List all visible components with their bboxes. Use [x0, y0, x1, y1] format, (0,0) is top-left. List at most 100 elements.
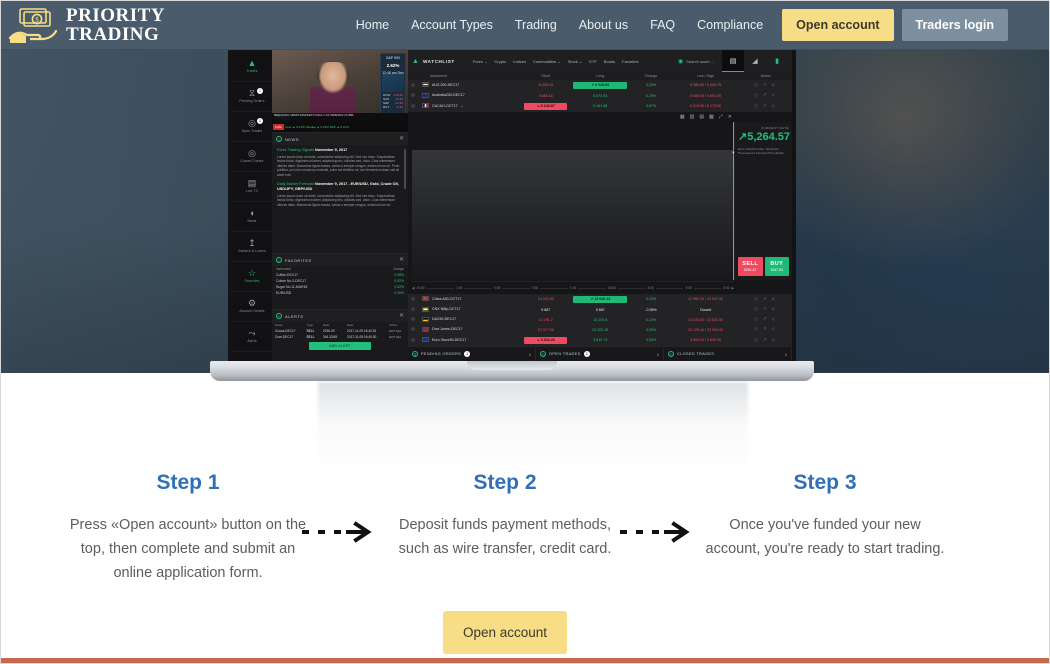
- close-icon[interactable]: x: [657, 352, 659, 357]
- long-price-cell[interactable]: ↗ 6 028.99: [570, 80, 631, 91]
- sidebar-item-alerts[interactable]: ⤳ Alerts: [232, 322, 272, 352]
- news-item[interactable]: Forex Trading Signals November 9, 2017 L…: [277, 148, 403, 177]
- long-price-cell[interactable]: ↗ 13 046.13: [570, 294, 631, 305]
- table-row[interactable]: DAX30-DEC17 13 291.2 13 103.8 0.14% 13 0…: [408, 314, 792, 325]
- grid-view-icon[interactable]: ▤: [722, 50, 744, 72]
- row-select-dot[interactable]: [408, 100, 416, 112]
- favorites-close-icon[interactable]: ✕: [399, 257, 404, 263]
- row-select-dot[interactable]: [408, 334, 416, 346]
- sidebar-item-closed-trades[interactable]: ◎ Closed Trades: [232, 142, 272, 172]
- row-actions[interactable]: ⓘ ↗ ☆: [739, 100, 792, 112]
- nav-link-faq[interactable]: FAQ: [639, 12, 686, 38]
- wl-cat-indices[interactable]: Indices: [513, 59, 526, 64]
- wl-cat-bonds[interactable]: Bonds: [604, 59, 615, 64]
- alerts-close-icon[interactable]: ✕: [399, 313, 404, 319]
- news-scrollbar[interactable]: [404, 149, 406, 189]
- open-account-button-cta[interactable]: Open account: [443, 611, 567, 654]
- news-close-icon[interactable]: ✕: [399, 136, 404, 142]
- short-price[interactable]: 9 687: [521, 304, 571, 315]
- table-row[interactable]: China A50-OCT17 13 032.90 ↗ 13 046.13 0.…: [408, 294, 792, 305]
- open-account-button-header[interactable]: Open account: [782, 8, 894, 41]
- candle-chart-icon[interactable]: ▤: [699, 114, 704, 120]
- short-price[interactable]: 13 291.2: [521, 314, 571, 325]
- wl-cat-forex[interactable]: Forex ⌄: [473, 59, 488, 64]
- traders-login-button[interactable]: Traders login: [901, 8, 1008, 41]
- table-row[interactable]: Corn-DEC17 SELL 344.33/45 2017-11-09 16:…: [272, 334, 408, 340]
- close-icon[interactable]: x: [529, 352, 531, 357]
- search-asset-input[interactable]: ◉ Search asset ...: [678, 58, 718, 65]
- table-row[interactable]: Euro Stoxx50-DEC17 ↘ 3 626.26 3 610.74 0…: [408, 334, 792, 346]
- close-icon[interactable]: ✕: [728, 114, 732, 120]
- long-price[interactable]: 5 673.04: [570, 90, 631, 101]
- chevron-down-icon[interactable]: ⌄: [461, 104, 464, 108]
- fullscreen-icon[interactable]: ⤢: [719, 114, 723, 120]
- wl-cat-commodities[interactable]: Commodities ⌄: [533, 59, 561, 64]
- row-select-dot[interactable]: [408, 314, 416, 325]
- indicator-icon[interactable]: ▩: [709, 114, 714, 120]
- scroll-right-icon[interactable]: ▶: [732, 286, 734, 290]
- table-row[interactable]: EUR/USD 0.28%: [272, 290, 408, 296]
- long-price[interactable]: 13 103.8: [570, 314, 631, 325]
- close-icon[interactable]: x: [785, 352, 787, 357]
- logo[interactable]: $ PRIORITY TRADING: [0, 5, 165, 45]
- price-chart[interactable]: ▦ ▥ ▤ ▩ ⤢ ✕ ◀ 19:00 1:00 0:00 0:30 1:00 …: [408, 112, 792, 294]
- live-tv-panel[interactable]: S&P 500 2.62% 12:48 am Dec 7up DOW-118.2…: [272, 50, 408, 132]
- long-price[interactable]: 5 161.88: [570, 100, 631, 112]
- row-select-dot[interactable]: [408, 80, 416, 91]
- table-row[interactable]: Dow Jones-DEC17 23 377.06 23 302.18 0.03…: [408, 324, 792, 335]
- row-actions[interactable]: ⓘ ↗ ☆: [739, 324, 792, 335]
- short-price-cell[interactable]: ↘ 5 240.87: [521, 100, 571, 112]
- long-price[interactable]: 9 687: [570, 304, 631, 315]
- sidebar-item-news[interactable]: ◖ News: [232, 202, 272, 232]
- wl-cat-crypto[interactable]: Crypto: [494, 59, 506, 64]
- sidebar-item-favorites[interactable]: ☆ Favorites: [232, 262, 272, 292]
- row-actions[interactable]: ⓘ ↗ ☆: [739, 80, 792, 91]
- short-price[interactable]: 5 666.16: [521, 90, 571, 101]
- wl-cat-favorites[interactable]: Favorites: [622, 59, 638, 64]
- sidebar-item-trades[interactable]: ▲ Trades: [232, 52, 272, 82]
- chart-view-icon[interactable]: ◢: [744, 50, 766, 72]
- row-select-dot[interactable]: [408, 304, 416, 315]
- add-alert-button[interactable]: ADD ALERT: [309, 342, 371, 350]
- short-price-cell[interactable]: ↘ 3 626.26: [521, 334, 571, 346]
- nav-link-about-us[interactable]: About us: [568, 12, 639, 38]
- table-row[interactable]: Australia200-DEC17 5 666.16 5 673.04 0.2…: [408, 90, 792, 101]
- list-view-icon[interactable]: ▮: [766, 50, 788, 72]
- short-price[interactable]: 6 028.34: [521, 80, 571, 91]
- nav-link-account-types[interactable]: Account Types: [400, 12, 504, 38]
- tab-closed-trades[interactable]: ◎ CLOSED TRADES x: [664, 347, 792, 361]
- tab-open-trades[interactable]: ◎ OPEN TRADES 2 x: [536, 347, 664, 361]
- long-price[interactable]: 3 610.74: [570, 334, 631, 346]
- news-item[interactable]: Daily Market Forecast November 9, 2017 -…: [277, 182, 403, 207]
- nav-link-trading[interactable]: Trading: [504, 12, 568, 38]
- sidebar-item-gainers-losers[interactable]: ↥ Gainers & Losers: [232, 232, 272, 262]
- line-chart-icon[interactable]: ▥: [690, 114, 695, 120]
- buy-button[interactable]: BUY 5267.83: [764, 257, 789, 276]
- table-row[interactable]: AUS 200-DEC17 6 028.34 ↗ 6 028.99 0.23% …: [408, 80, 792, 91]
- row-select-dot[interactable]: [408, 90, 416, 101]
- row-actions[interactable]: ⓘ ↗ ☆: [739, 90, 792, 101]
- table-row[interactable]: CNX Nifty-OCT17 9 687 9 687 -0.35% Close…: [408, 304, 792, 315]
- row-actions[interactable]: ⓘ ↗ ☆: [739, 304, 792, 315]
- sidebar-item-pending-orders[interactable]: ⧖ 1 Pending Orders: [232, 82, 272, 112]
- row-select-dot[interactable]: [408, 294, 416, 305]
- row-select-dot[interactable]: [408, 324, 416, 335]
- short-price[interactable]: 13 032.90: [521, 294, 571, 305]
- table-row[interactable]: CACAO-OCT17 ⌄ ↘ 5 240.87 5 161.88 0.07% …: [408, 100, 792, 112]
- sidebar-item-open-trades[interactable]: ◎ 2 Open Trades: [232, 112, 272, 142]
- scroll-left-icon[interactable]: ◀: [412, 286, 414, 290]
- wl-cat-etf[interactable]: ETF: [589, 59, 597, 64]
- short-price[interactable]: 23 377.06: [521, 324, 571, 335]
- nav-link-compliance[interactable]: Compliance: [686, 12, 774, 38]
- sidebar-item-account-details[interactable]: ⚙ Account Details: [232, 292, 272, 322]
- alert-actions[interactable]: EDIT DEL: [386, 334, 408, 340]
- tab-pending-orders[interactable]: ⧖ PENDING ORDERS 1 x: [408, 347, 536, 361]
- sell-button[interactable]: SELL 5261.87: [738, 257, 763, 276]
- row-actions[interactable]: ⓘ ↗ ☆: [739, 294, 792, 305]
- nav-link-home[interactable]: Home: [345, 12, 400, 38]
- row-actions[interactable]: ⓘ ↗ ☆: [739, 334, 792, 346]
- sidebar-item-live-tv[interactable]: ▤ Live TV: [232, 172, 272, 202]
- row-actions[interactable]: ⓘ ↗ ☆: [739, 314, 792, 325]
- long-price[interactable]: 23 302.18: [570, 324, 631, 335]
- bar-chart-icon[interactable]: ▦: [680, 114, 685, 120]
